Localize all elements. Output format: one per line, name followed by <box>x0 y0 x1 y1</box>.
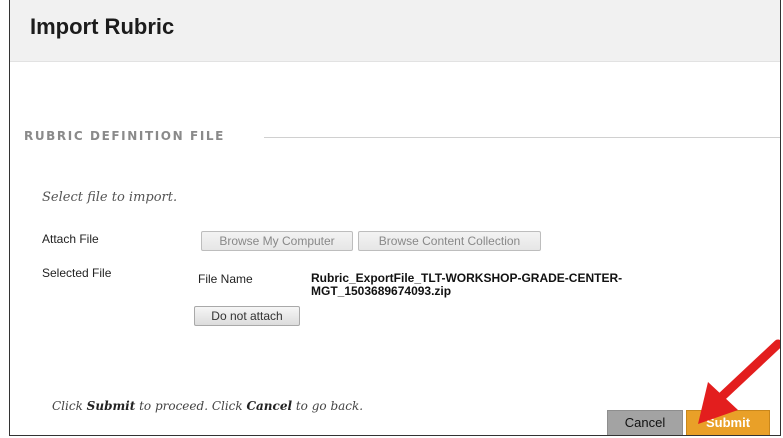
selected-file-name: Rubric_ExportFile_TLT-WORKSHOP-GRADE-CEN… <box>311 271 623 298</box>
section-divider <box>264 137 780 138</box>
selected-file-label: Selected File <box>42 266 112 280</box>
file-name-label: File Name <box>198 272 253 286</box>
section-legend: RUBRIC DEFINITION FILE <box>24 129 225 143</box>
attach-file-label: Attach File <box>42 232 99 246</box>
footer-instructions: Click Submit to proceed. Click Cancel to… <box>52 399 364 413</box>
page-title: Import Rubric <box>30 14 175 39</box>
instructions-text: Select file to import. <box>42 190 178 205</box>
page-header: Import Rubric <box>10 0 780 62</box>
browse-my-computer-button[interactable]: Browse My Computer <box>201 231 353 251</box>
import-rubric-panel: Import Rubric RUBRIC DEFINITION FILE Sel… <box>9 0 781 436</box>
browse-content-collection-button[interactable]: Browse Content Collection <box>358 231 541 251</box>
cancel-button[interactable]: Cancel <box>607 410 683 435</box>
do-not-attach-button[interactable]: Do not attach <box>194 306 300 326</box>
red-arrow-icon <box>698 339 780 424</box>
